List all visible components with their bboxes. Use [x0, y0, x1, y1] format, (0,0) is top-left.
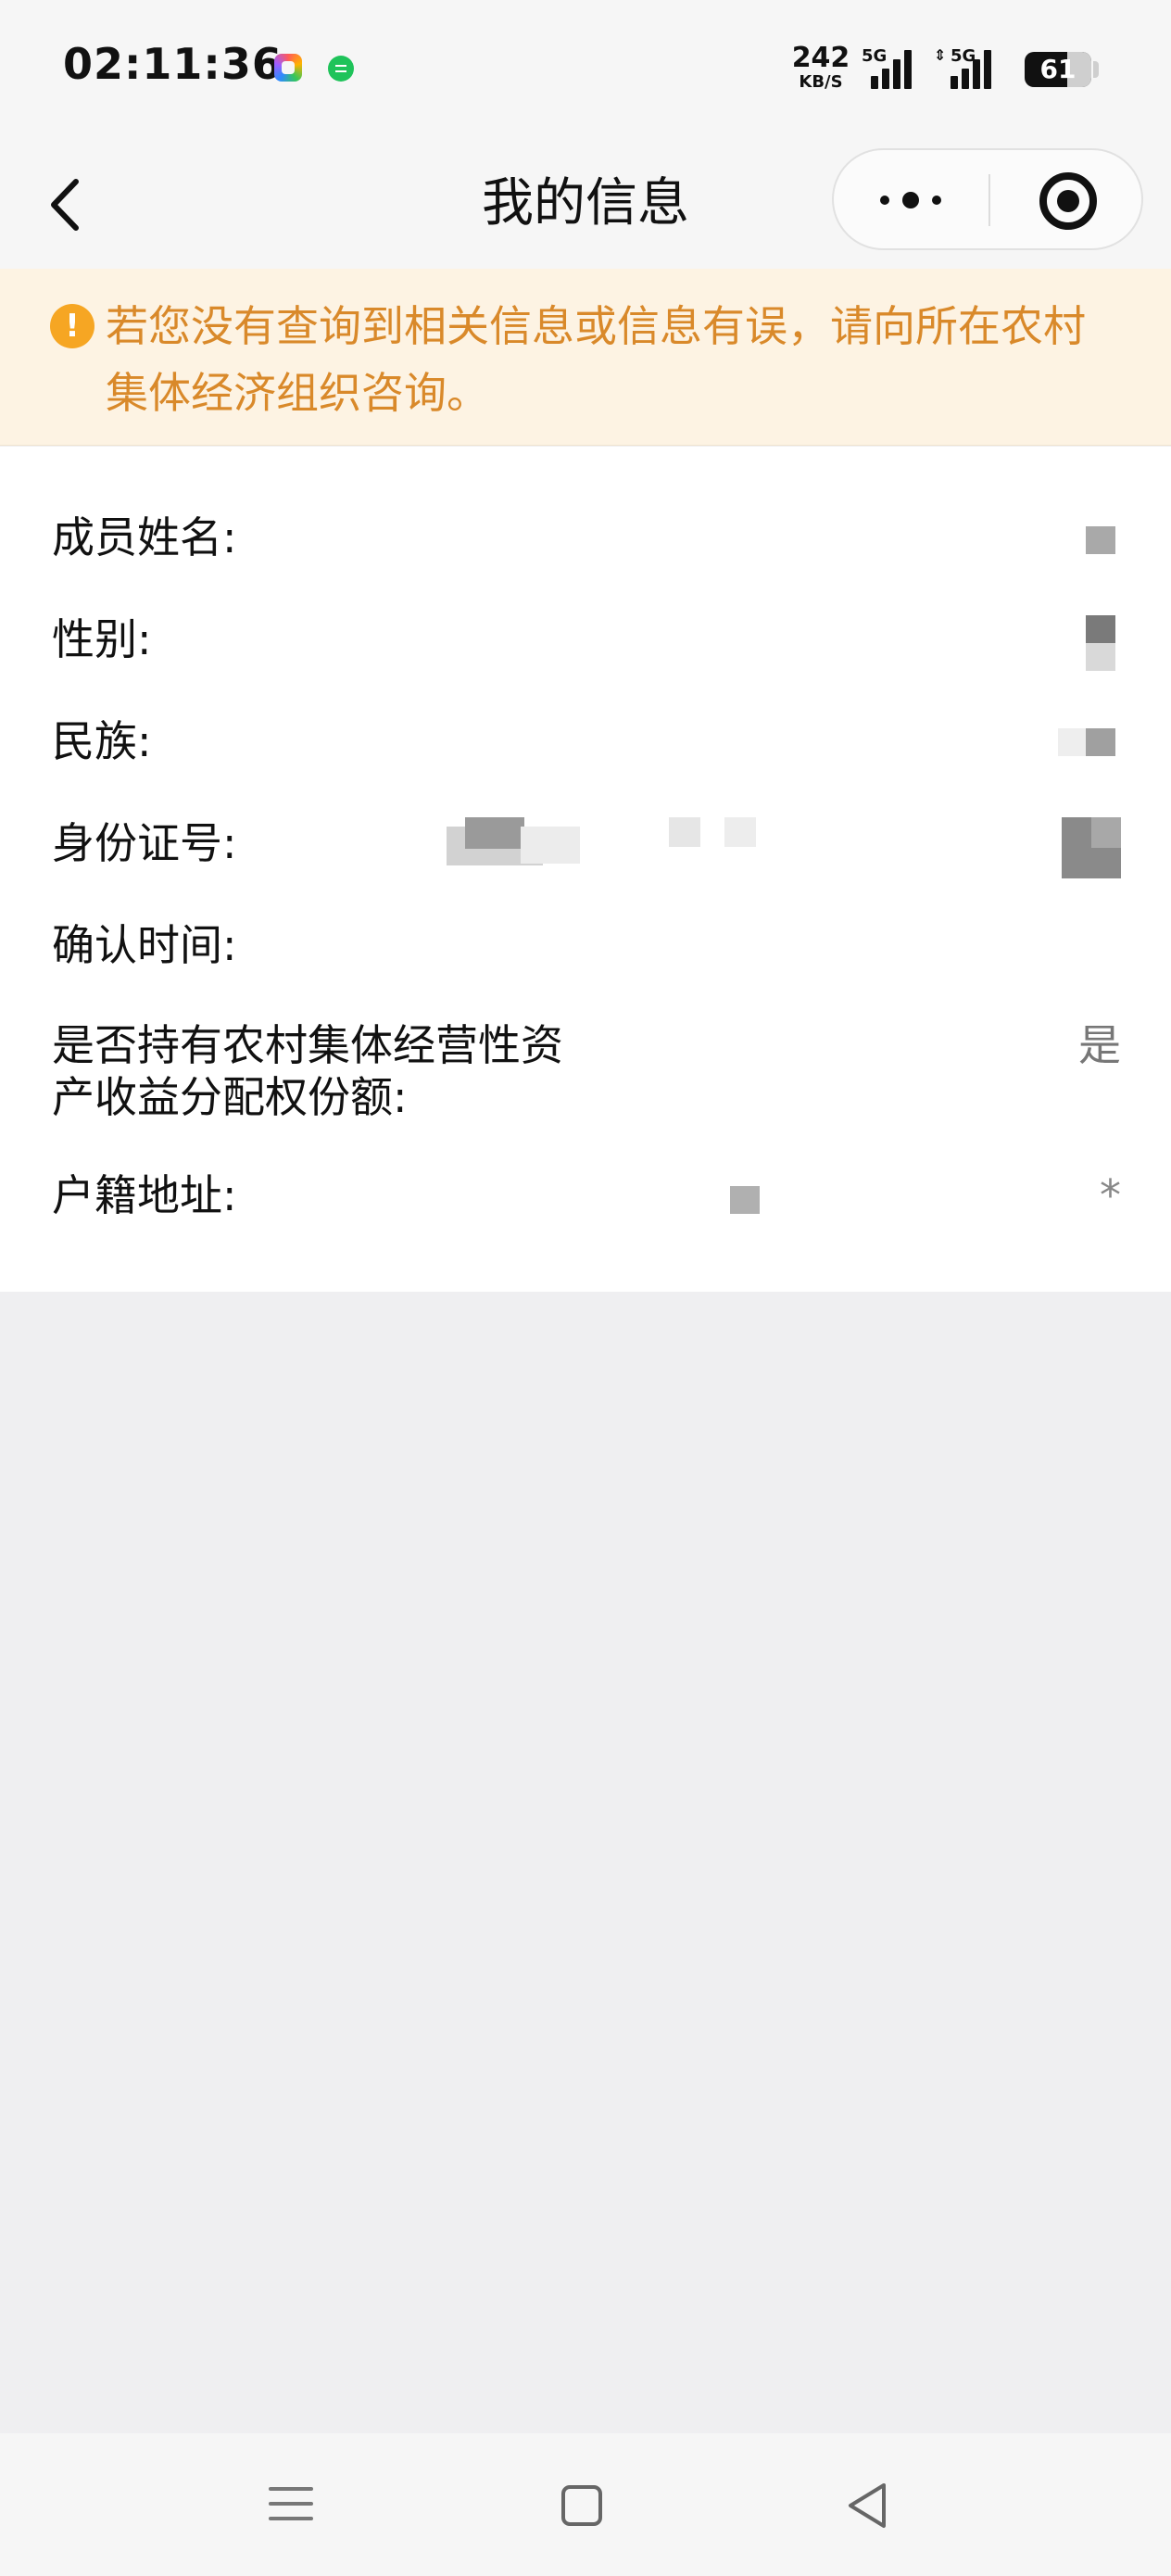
info-row-income-share: 是否持有农村集体经营性资产收益分配权份额: 是: [52, 1019, 1121, 1130]
address-value: *: [1100, 1170, 1121, 1220]
capsule-divider: [988, 174, 990, 226]
network-speed-unit: KB/S: [799, 72, 843, 92]
app-notification-icon: [274, 54, 302, 82]
network-speed-value: 242: [791, 42, 850, 74]
system-navigation-bar: [0, 2433, 1171, 2576]
status-time: 02:11:36: [63, 39, 283, 89]
income-share-label: 是否持有农村集体经营性资产收益分配权份额:: [52, 1020, 563, 1122]
data-arrows-icon: ⇕: [934, 46, 947, 64]
id-number-label: 身份证号:: [52, 818, 237, 868]
signal-1-icon: 5G: [862, 46, 919, 89]
navigation-bar: 我的信息: [0, 139, 1171, 269]
battery-icon: 61: [1025, 52, 1091, 87]
gender-value-redacted: [1086, 615, 1115, 643]
ethnicity-label: 民族:: [52, 716, 152, 766]
close-mini-program-button[interactable]: [1039, 172, 1097, 230]
status-bar: 02:11:36 242 KB/S 5G 5G ⇕ 61: [0, 0, 1171, 139]
income-share-value: 是: [1078, 1020, 1121, 1070]
name-value-redacted: [1086, 526, 1115, 554]
sim1-network-type: 5G: [862, 46, 888, 66]
network-speed: 242 KB/S: [791, 44, 850, 91]
battery-level: 61: [1039, 54, 1077, 84]
gender-label: 性别:: [52, 614, 152, 664]
confirm-time-label: 确认时间:: [52, 920, 237, 970]
mini-program-capsule: [832, 148, 1143, 250]
home-button[interactable]: [561, 2485, 602, 2526]
more-options-button[interactable]: [871, 170, 954, 228]
message-app-icon: [328, 56, 354, 82]
address-label: 户籍地址:: [52, 1170, 237, 1220]
signal-2-icon: 5G ⇕: [934, 46, 991, 89]
system-back-button[interactable]: [845, 2480, 891, 2532]
recent-apps-button[interactable]: [269, 2481, 313, 2526]
ethnicity-value-redacted: [1058, 728, 1086, 756]
address-value-redacted: [730, 1186, 760, 1214]
member-info-card: 成员姓名: 性别: 民族: 身份证号: 确认时间: 是否持有农村集体经营性资产收…: [0, 447, 1171, 1292]
notice-banner: ! 若您没有查询到相关信息或信息有误，请向所在农村集体经济组织咨询。: [0, 269, 1171, 446]
notice-text: 若您没有查询到相关信息或信息有误，请向所在农村集体经济组织咨询。: [106, 301, 1086, 418]
triangle-back-icon: [849, 2483, 886, 2528]
name-label: 成员姓名:: [52, 512, 237, 562]
battery-cap: [1093, 61, 1099, 78]
more-dots-icon: [880, 196, 889, 205]
warning-icon: !: [50, 304, 94, 348]
